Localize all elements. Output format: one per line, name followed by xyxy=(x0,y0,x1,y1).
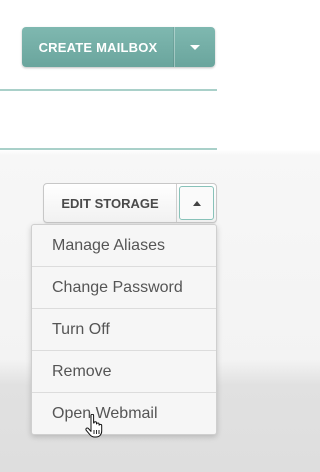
menu-item-manage-aliases[interactable]: Manage Aliases xyxy=(32,225,216,267)
chevron-down-icon xyxy=(190,44,200,50)
edit-storage-button[interactable]: EDIT STORAGE xyxy=(44,184,177,222)
edit-storage-split-button[interactable]: EDIT STORAGE xyxy=(43,183,217,223)
hand-pointer-icon xyxy=(85,414,103,438)
edit-storage-dropdown-toggle[interactable] xyxy=(179,186,214,220)
menu-item-turn-off[interactable]: Turn Off xyxy=(32,309,216,351)
mailbox-actions-menu: Manage Aliases Change Password Turn Off … xyxy=(31,224,217,435)
divider xyxy=(0,89,217,91)
menu-item-open-webmail[interactable]: Open Webmail xyxy=(32,393,216,434)
create-mailbox-split-button[interactable]: CREATE MAILBOX xyxy=(22,27,215,67)
divider xyxy=(0,148,217,150)
create-mailbox-button[interactable]: CREATE MAILBOX xyxy=(22,27,175,67)
chevron-up-icon xyxy=(192,200,201,206)
menu-item-change-password[interactable]: Change Password xyxy=(32,267,216,309)
create-mailbox-dropdown-toggle[interactable] xyxy=(175,27,215,67)
menu-item-remove[interactable]: Remove xyxy=(32,351,216,393)
